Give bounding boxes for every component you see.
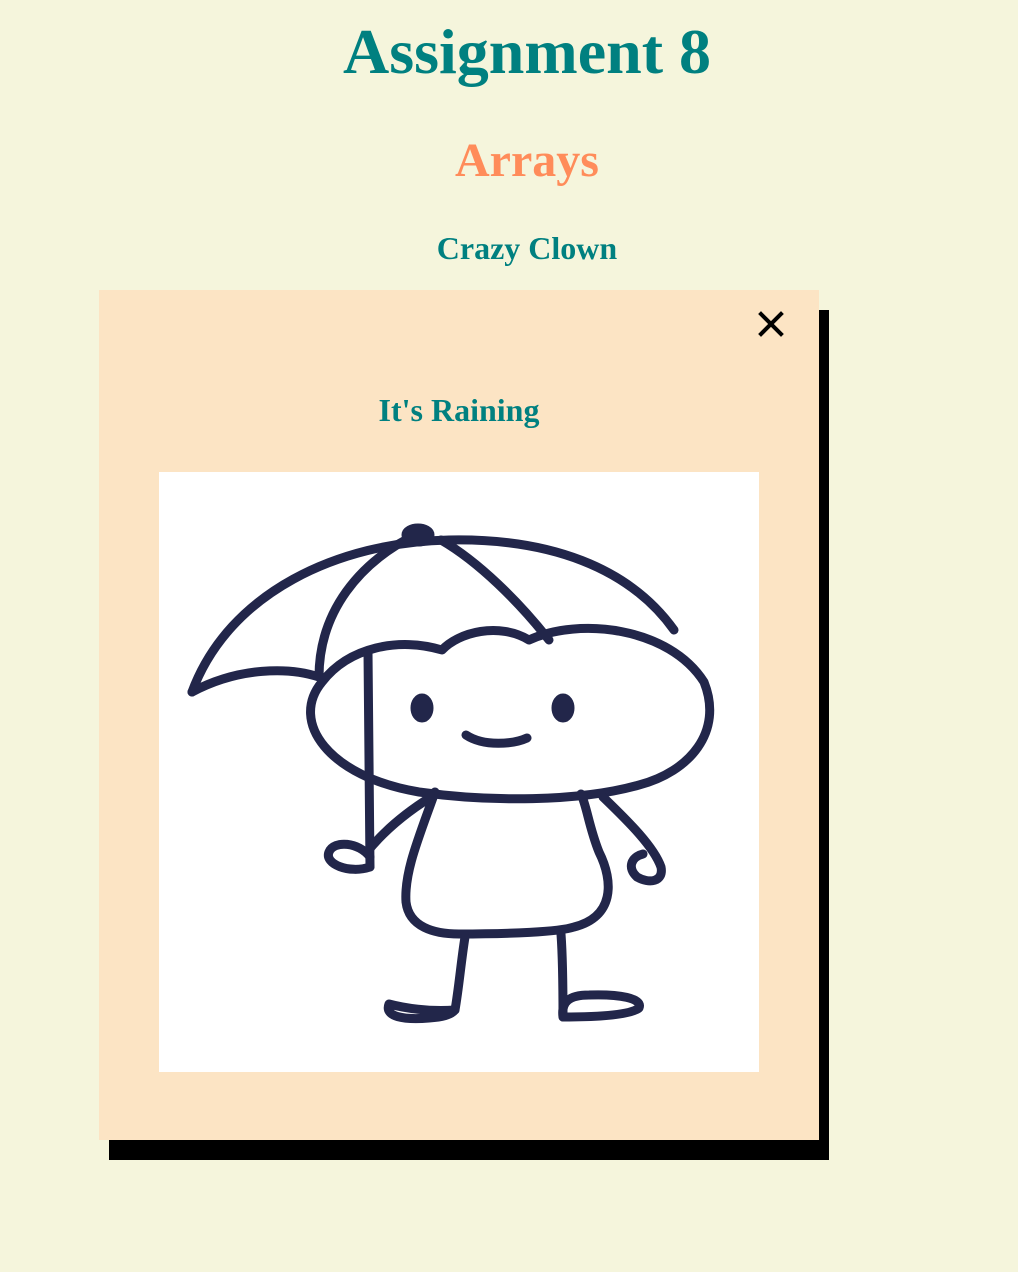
page-subtitle: Arrays — [455, 134, 599, 187]
stick-figure-umbrella-icon — [187, 523, 715, 1024]
modal-image — [159, 472, 759, 1072]
section-title: Crazy Clown — [436, 230, 618, 266]
close-button[interactable] — [754, 307, 788, 341]
modal-title: It's Raining — [378, 392, 540, 428]
image-modal: It's Raining — [99, 290, 819, 1140]
page-title: Assignment 8 — [342, 16, 712, 87]
close-icon[interactable] — [754, 307, 788, 341]
